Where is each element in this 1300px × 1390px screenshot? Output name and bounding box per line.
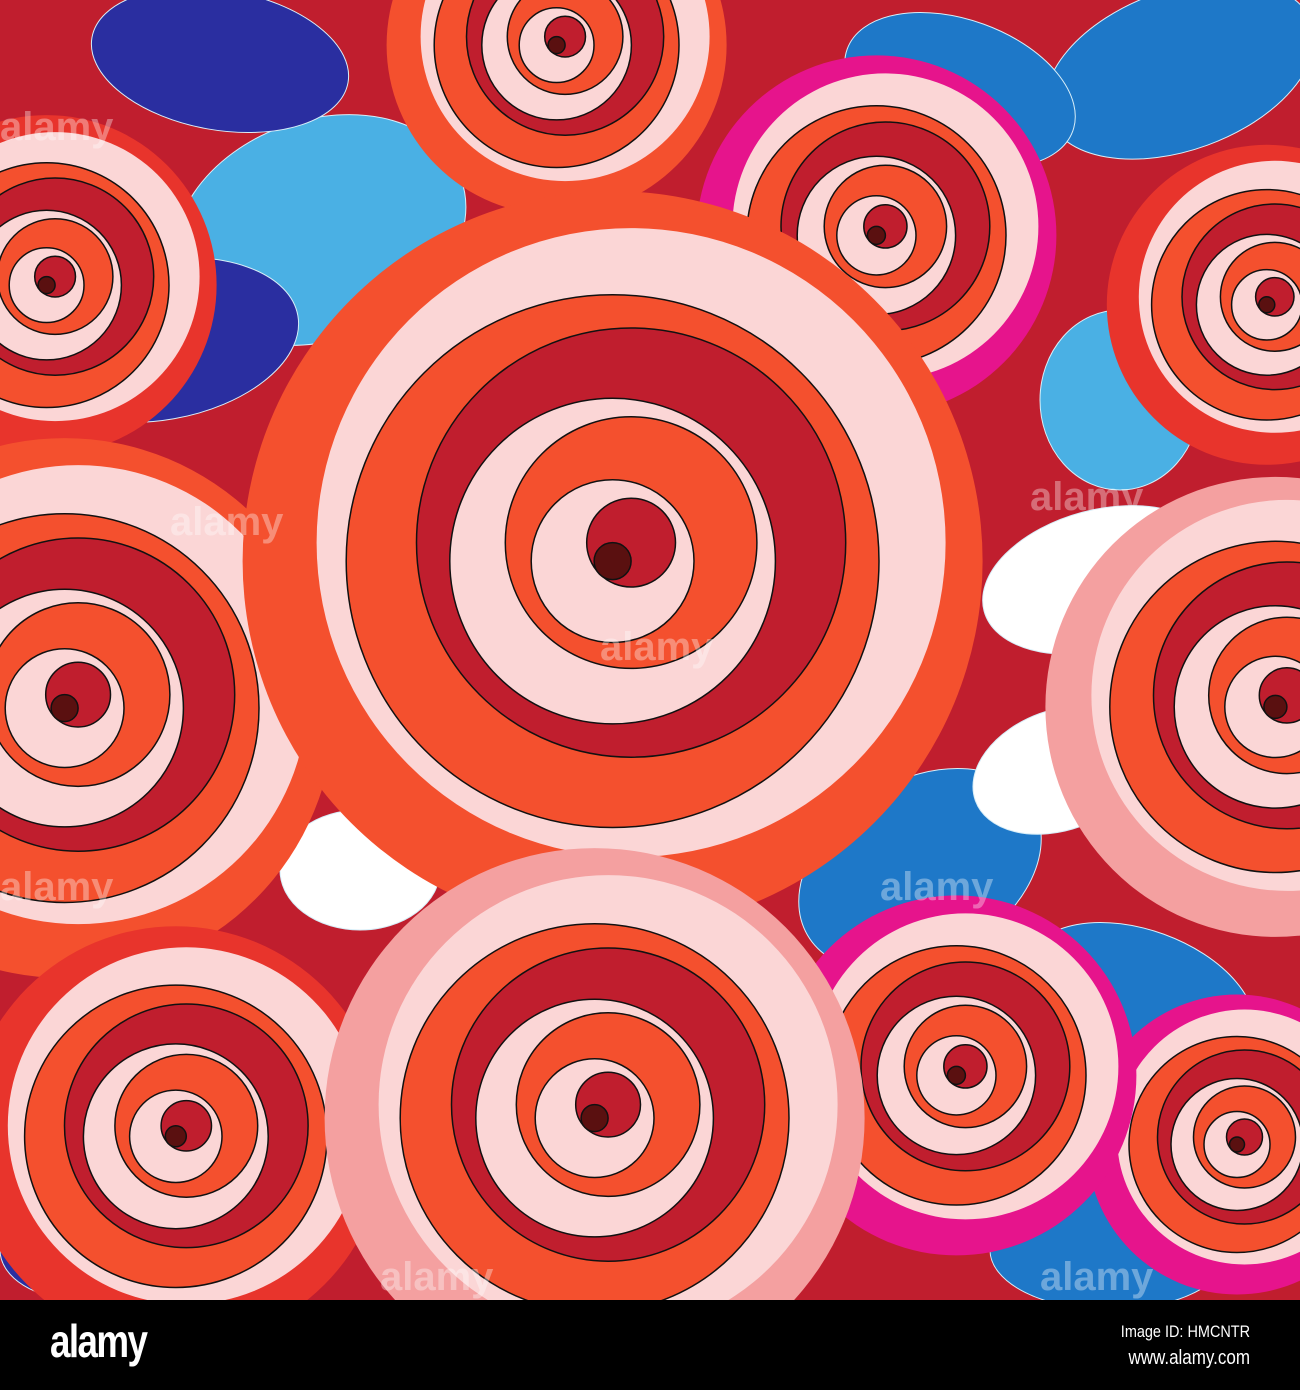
rose-petal bbox=[946, 1065, 967, 1086]
rose-petal bbox=[37, 275, 56, 295]
website-link[interactable]: www.alamy.com bbox=[1128, 1347, 1250, 1370]
alamy-watermark: alamy bbox=[170, 500, 284, 544]
footer-bar: alamy Image ID: HMCNTR www.alamy.com bbox=[0, 1300, 1300, 1390]
alamy-watermark: alamy bbox=[600, 625, 714, 669]
rose-petal bbox=[580, 1103, 609, 1133]
rose-petal bbox=[593, 541, 632, 581]
rose-petal bbox=[50, 693, 79, 723]
rose-petal bbox=[1258, 296, 1276, 314]
alamy-watermark: alamy bbox=[0, 105, 114, 149]
rose-pattern-illustration: alamy alamy alamy alamy alamy alamy alamy alamy bbox=[0, 0, 1300, 1300]
rose-petal bbox=[164, 1125, 188, 1148]
rose-petal bbox=[866, 225, 887, 246]
image-id: Image ID: HMCNTR bbox=[1120, 1322, 1250, 1341]
alamy-watermark: alamy bbox=[1030, 475, 1144, 519]
rose-petal bbox=[1263, 694, 1288, 720]
alamy-watermark: alamy bbox=[0, 865, 114, 909]
stock-image: alamy alamy alamy alamy alamy alamy alamy alamy… bbox=[0, 0, 1300, 1390]
alamy-logo: alamy bbox=[50, 1315, 148, 1367]
rose-petal bbox=[1228, 1136, 1246, 1153]
rose-petal bbox=[547, 35, 566, 55]
alamy-watermark: alamy bbox=[380, 1255, 494, 1299]
alamy-watermark: alamy bbox=[880, 865, 994, 909]
alamy-watermark: alamy bbox=[1040, 1255, 1154, 1299]
